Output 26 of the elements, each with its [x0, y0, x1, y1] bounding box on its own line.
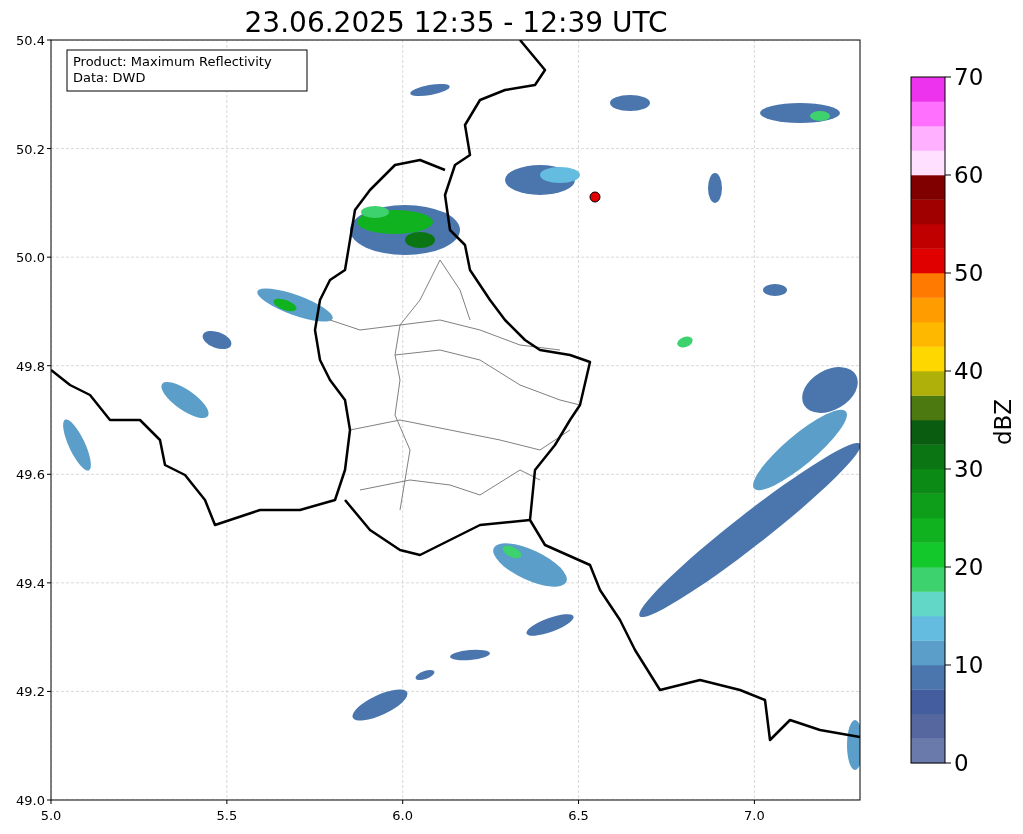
y-tick-label: 50.0	[16, 250, 45, 266]
y-tick-label: 49.4	[16, 575, 45, 591]
x-tick-label: 5.0	[40, 808, 62, 823]
y-tick-label: 49.6	[16, 467, 45, 483]
colorbar-tick-label: 50	[954, 260, 984, 286]
y-tick-label: 49.2	[16, 684, 45, 700]
x-tick-label: 6.5	[568, 808, 589, 823]
x-tick-label: 5.5	[216, 808, 238, 823]
y-tick-label: 49.8	[16, 358, 45, 374]
chart-title: 23.06.2025 12:35 - 12:39 UTC	[244, 6, 668, 39]
colorbar-tick-label: 0	[954, 750, 969, 776]
location-marker	[589, 191, 601, 203]
y-tick-label: 50.2	[16, 141, 45, 157]
info-text: Product: Maximum Reflectivity	[73, 54, 272, 69]
colorbar-tick-label: 60	[954, 162, 984, 188]
colorbar-label: dBZ	[990, 398, 1016, 446]
x-tick-label: 7.0	[744, 808, 765, 823]
colorbar-tick-label: 20	[954, 554, 984, 580]
x-tick-label: 6.0	[392, 808, 414, 823]
colorbar-tick-label: 40	[954, 358, 984, 384]
y-tick-label: 49.0	[16, 793, 45, 808]
colorbar-tick-label: 10	[954, 652, 984, 678]
colorbar-tick-label: 30	[954, 456, 984, 482]
y-tick-label: 50.4	[16, 33, 45, 48]
colorbar-tick-label: 70	[954, 64, 984, 90]
info-text: Data: DWD	[73, 70, 146, 85]
